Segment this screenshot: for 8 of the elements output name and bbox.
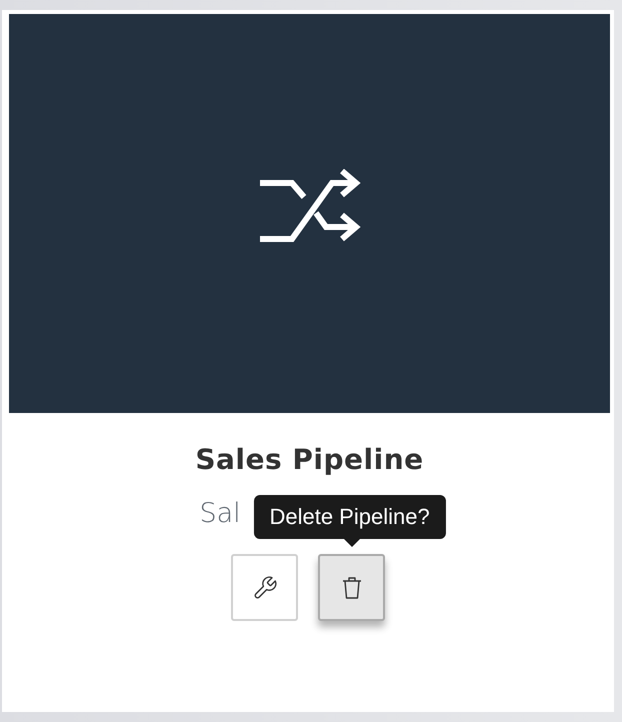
wrench-icon (252, 574, 278, 600)
tooltip: Delete Pipeline? (253, 495, 446, 539)
settings-button[interactable] (231, 554, 298, 621)
card-subtitle: Sal (200, 498, 241, 529)
tooltip-arrow (342, 538, 360, 547)
delete-button[interactable] (318, 554, 385, 621)
trash-icon (342, 576, 362, 600)
card-title: Sales Pipeline (195, 443, 424, 476)
